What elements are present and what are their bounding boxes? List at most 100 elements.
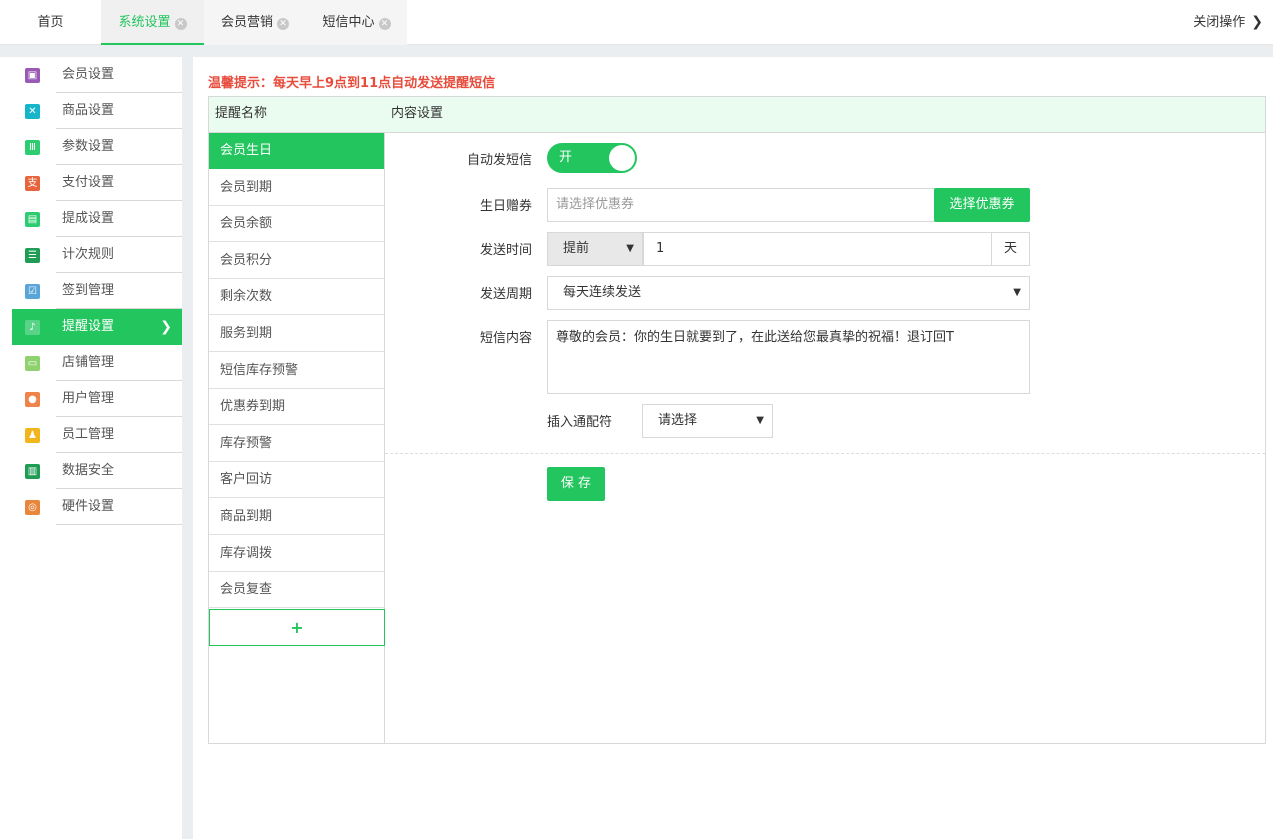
cycle-label: 发送周期 bbox=[479, 287, 532, 302]
sidebar-item-label: 参数设置 bbox=[62, 139, 115, 154]
sidebar-item[interactable]: ▤ 提成设置 bbox=[12, 201, 182, 237]
gift-label: 生日赠券 bbox=[479, 199, 532, 214]
reminder-list-item[interactable]: 客户回访 bbox=[209, 462, 384, 499]
sidebar-item-label: 签到管理 bbox=[62, 283, 115, 298]
col-reminder-name: 提醒名称 bbox=[215, 106, 268, 121]
reminder-list-item[interactable]: 优惠券到期 bbox=[209, 389, 384, 426]
coupon-input[interactable]: 请选择优惠券 bbox=[547, 188, 935, 222]
member-settings-icon: ▣ bbox=[25, 68, 40, 83]
sidebar-item-label: 提醒设置 bbox=[62, 319, 115, 334]
chevron-right-icon: ❯ bbox=[160, 319, 172, 335]
tab-sms-center[interactable]: 短信中心 ✕ bbox=[306, 0, 407, 45]
calendar-check-icon: ☑ bbox=[25, 284, 40, 299]
bell-icon: ♪ bbox=[25, 320, 40, 335]
reminder-list-item[interactable]: 商品到期 bbox=[209, 499, 384, 535]
placeholder-select[interactable]: 请选择 ▼ bbox=[642, 404, 773, 438]
close-icon[interactable]: ✕ bbox=[174, 18, 187, 30]
commission-icon: ▤ bbox=[25, 212, 40, 227]
reminder-list-item[interactable]: 库存调拨 bbox=[209, 536, 384, 572]
tab-home-label: 首页 bbox=[37, 15, 64, 30]
reminder-list-item[interactable]: 会员余额 bbox=[209, 206, 384, 243]
sidebar-item-label: 支付设置 bbox=[62, 175, 115, 190]
table-header: 提醒名称 内容设置 bbox=[209, 97, 1265, 133]
content-form: 自动发短信 开 生日赠券 请选择优惠券 选择优惠券 发送时间 提前 ▼ 1 天 发… bbox=[385, 133, 1265, 743]
chevron-down-icon: ▼ bbox=[1013, 287, 1021, 298]
sliders-icon: Ⅲ bbox=[25, 140, 40, 155]
sidebar-item-label: 会员设置 bbox=[62, 67, 115, 82]
reminder-table: 提醒名称 内容设置 会员生日 会员到期 会员余额 会员积分 剩余次数 服务到期 短信库存预警… bbox=[208, 96, 1266, 744]
close-operations-button[interactable]: 关闭操作 ❯ bbox=[1193, 0, 1263, 45]
sidebar-item-label: 商品设置 bbox=[62, 103, 115, 118]
reminder-list-item[interactable]: 会员积分 bbox=[209, 243, 384, 279]
toggle-text: 开 bbox=[559, 150, 573, 165]
sidebar-item[interactable]: ◎ 硬件设置 bbox=[12, 489, 182, 525]
sidebar-item-label: 硬件设置 bbox=[62, 499, 115, 514]
tab-member-marketing[interactable]: 会员营销 ✕ bbox=[204, 0, 306, 45]
sidebar-item-label: 数据安全 bbox=[62, 463, 115, 478]
close-icon[interactable]: ✕ bbox=[277, 18, 289, 30]
reminder-list-item[interactable]: 会员生日 bbox=[209, 133, 384, 169]
chevron-right-icon: ❯ bbox=[1251, 14, 1263, 30]
sidebar-item[interactable]: ☑ 签到管理 bbox=[12, 273, 182, 309]
sidebar-item[interactable]: ▥ 数据安全 bbox=[12, 453, 182, 489]
top-tab-bar: 首页 系统设置 ✕ 会员营销 ✕ 短信中心 ✕ 关闭操作 ❯ bbox=[0, 0, 1273, 45]
tab-label: 会员营销 bbox=[220, 15, 273, 30]
reminder-list-item[interactable]: 短信库存预警 bbox=[209, 353, 384, 389]
tab-home[interactable]: 首页 bbox=[0, 0, 101, 45]
sidebar-item[interactable]: Ⅲ 参数设置 bbox=[12, 129, 182, 165]
sidebar-item-label: 员工管理 bbox=[62, 427, 115, 442]
rules-icon: ☰ bbox=[25, 248, 40, 263]
sidebar-item[interactable]: ● 用户管理 bbox=[12, 381, 182, 417]
sidebar: ▣ 会员设置 ✕ 商品设置 Ⅲ 参数设置支 支付设置 ▤ 提成设置 ☰ 计次规则 ☑ 签到管理 ♪ 提醒设置… bbox=[0, 57, 182, 839]
select-value: 请选择 bbox=[658, 413, 698, 428]
select-coupon-button[interactable]: 选择优惠券 bbox=[934, 188, 1030, 222]
store-icon: ▭ bbox=[25, 356, 40, 371]
save-button[interactable]: 保 存 bbox=[547, 467, 605, 501]
send-time-input[interactable]: 1 bbox=[643, 232, 992, 266]
main-panel: 温馨提示：每天早上9点到11点自动发送提醒短信 提醒名称 内容设置 会员生日 会员… bbox=[193, 57, 1273, 839]
reminder-list: 会员生日 会员到期 会员余额 会员积分 剩余次数 服务到期 短信库存预警 优惠券到期 库存预警客… bbox=[209, 133, 385, 743]
reminder-list-item[interactable]: 库存预警 bbox=[209, 426, 384, 462]
send-time-unit: 天 bbox=[991, 232, 1030, 266]
chevron-down-icon: ▼ bbox=[756, 415, 764, 426]
reminder-list-item[interactable]: 会员到期 bbox=[209, 170, 384, 206]
sidebar-item[interactable]: ♟ 员工管理 bbox=[12, 417, 182, 453]
send-time-label: 发送时间 bbox=[479, 243, 532, 258]
sidebar-item[interactable]: ♪ 提醒设置 ❯ bbox=[12, 309, 182, 345]
hardware-icon: ◎ bbox=[25, 500, 40, 515]
send-time-mode-select[interactable]: 提前 ▼ bbox=[547, 232, 643, 266]
divider bbox=[56, 524, 182, 525]
sidebar-item[interactable]: ▭ 店铺管理 bbox=[12, 345, 182, 381]
payment-icon: 支 bbox=[25, 176, 40, 191]
auto-sms-label: 自动发短信 bbox=[466, 153, 532, 168]
divider bbox=[385, 453, 1265, 454]
sidebar-item[interactable]: ▣ 会员设置 bbox=[12, 57, 182, 93]
tip-text: 温馨提示：每天早上9点到11点自动发送提醒短信 bbox=[208, 76, 496, 91]
col-content-settings: 内容设置 bbox=[391, 106, 444, 121]
select-value: 提前 bbox=[563, 241, 590, 256]
close-icon[interactable]: ✕ bbox=[378, 18, 391, 30]
sms-content-textarea[interactable]: 尊敬的会员：你的生日就要到了，在此送给您最真挚的祝福！退订回T bbox=[547, 320, 1030, 394]
select-value: 每天连续发送 bbox=[563, 285, 642, 300]
reminder-list-item[interactable]: 服务到期 bbox=[209, 316, 384, 352]
reminder-list-item[interactable]: 会员复查 bbox=[209, 572, 384, 609]
sidebar-item[interactable]: 支 支付设置 bbox=[12, 165, 182, 201]
reminder-list-item[interactable]: 剩余次数 bbox=[209, 279, 384, 316]
add-reminder-button[interactable]: + bbox=[209, 608, 385, 646]
tab-label: 短信中心 bbox=[322, 15, 375, 30]
sidebar-item-label: 用户管理 bbox=[62, 391, 115, 406]
chevron-down-icon: ▼ bbox=[626, 243, 634, 254]
sidebar-item[interactable]: ✕ 商品设置 bbox=[12, 93, 182, 129]
user-icon: ● bbox=[25, 392, 40, 407]
toggle-knob bbox=[609, 145, 635, 171]
tab-system-settings[interactable]: 系统设置 ✕ bbox=[101, 0, 204, 45]
chart-icon: ▥ bbox=[25, 464, 40, 479]
sidebar-item[interactable]: ☰ 计次规则 bbox=[12, 237, 182, 273]
close-ops-label: 关闭操作 bbox=[1193, 15, 1246, 30]
sidebar-item-label: 店铺管理 bbox=[62, 355, 115, 370]
sidebar-item-label: 提成设置 bbox=[62, 211, 115, 226]
auto-sms-toggle[interactable]: 开 bbox=[547, 143, 637, 173]
sidebar-item-label: 计次规则 bbox=[62, 247, 115, 262]
send-cycle-select[interactable]: 每天连续发送 ▼ bbox=[547, 276, 1030, 310]
placeholder-label: 插入通配符 bbox=[547, 415, 613, 430]
